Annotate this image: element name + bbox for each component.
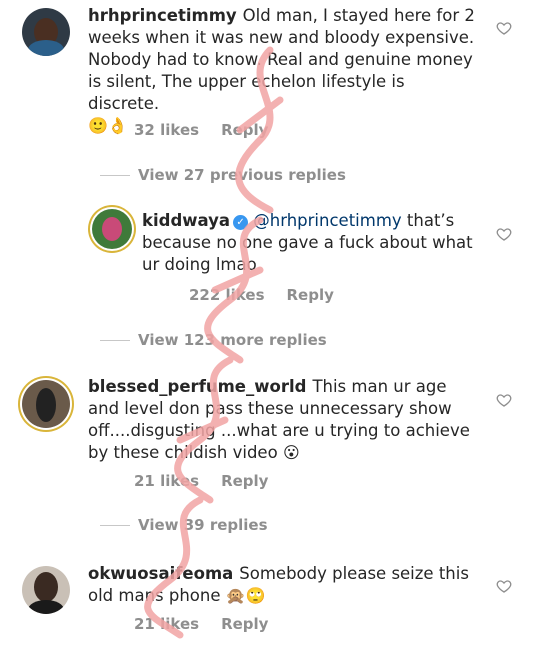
heart-icon[interactable] (496, 392, 512, 408)
mention-link[interactable]: @hrhprincetimmy (253, 211, 401, 230)
avatar[interactable] (22, 380, 70, 428)
like-count[interactable]: 222 likes (189, 286, 265, 304)
username[interactable]: kiddwaya (142, 211, 230, 230)
view-replies-button[interactable]: View 39 replies (100, 516, 268, 534)
heart-icon[interactable] (496, 578, 512, 594)
username[interactable]: blessed_perfume_world (88, 377, 306, 396)
avatar[interactable] (92, 209, 132, 249)
reply-button[interactable]: Reply (287, 286, 334, 304)
comment-meta: 21 likes Reply (134, 615, 290, 633)
heart-icon[interactable] (496, 226, 512, 242)
emoji: 🙂👌 (88, 116, 128, 135)
comment-text: kiddwaya ✓ @hrhprincetimmy that’s because… (142, 210, 477, 276)
view-replies-label: View 39 replies (138, 516, 268, 534)
view-replies-label: View 27 previous replies (138, 166, 346, 184)
comment-meta: 32 likes Reply (134, 121, 290, 139)
reply-button[interactable]: Reply (221, 615, 268, 633)
username[interactable]: hrhprincetimmy (88, 6, 237, 25)
divider (100, 175, 130, 176)
emoji: 🙊🙄 (225, 586, 266, 605)
comment-text: blessed_perfume_world This man ur age and… (88, 376, 478, 464)
avatar[interactable] (22, 566, 70, 614)
reply-button[interactable]: Reply (221, 121, 268, 139)
divider (100, 340, 130, 341)
view-replies-button[interactable]: View 27 previous replies (100, 166, 346, 184)
comment-meta: 21 likes Reply (134, 472, 290, 490)
view-replies-label: View 123 more replies (138, 331, 327, 349)
username[interactable]: okwuosaifeoma (88, 564, 233, 583)
like-count[interactable]: 32 likes (134, 121, 199, 139)
divider (100, 525, 130, 526)
verified-badge-icon: ✓ (233, 215, 249, 230)
comment-text: okwuosaifeoma Somebody please seize this … (88, 563, 478, 607)
comment-meta: 222 likes Reply (189, 286, 356, 304)
reply-button[interactable]: Reply (221, 472, 268, 490)
avatar[interactable] (22, 8, 70, 56)
view-replies-button[interactable]: View 123 more replies (100, 331, 327, 349)
heart-icon[interactable] (496, 20, 512, 36)
emoji: 😮 (282, 443, 300, 462)
comment-text: hrhprincetimmy Old man, I stayed here for… (88, 5, 478, 137)
like-count[interactable]: 21 likes (134, 615, 199, 633)
like-count[interactable]: 21 likes (134, 472, 199, 490)
